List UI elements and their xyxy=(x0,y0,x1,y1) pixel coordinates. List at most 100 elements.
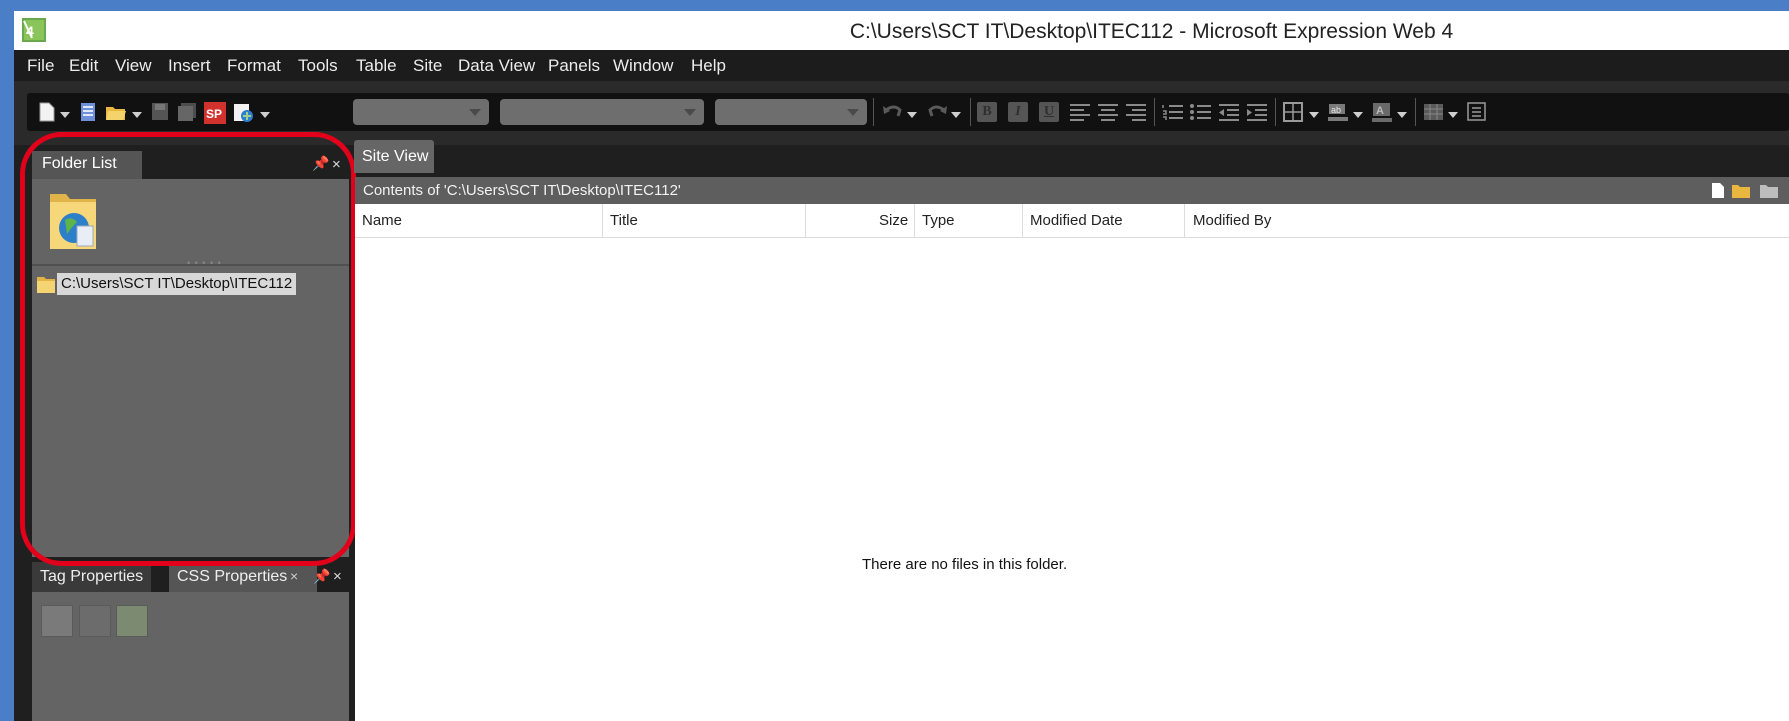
column-divider[interactable] xyxy=(1184,204,1185,237)
window-title: C:\Users\SCT IT\Desktop\ITEC112 - Micros… xyxy=(849,20,1454,43)
menu-file[interactable]: File xyxy=(27,56,54,76)
highlight-dropdown-icon[interactable] xyxy=(1353,112,1363,118)
bulleted-list-icon[interactable] xyxy=(1190,103,1212,121)
sharepoint-icon[interactable]: SP xyxy=(204,102,226,124)
undo-dropdown-icon[interactable] xyxy=(907,112,917,118)
align-left-icon[interactable] xyxy=(1069,103,1091,121)
align-center-icon[interactable] xyxy=(1097,103,1119,121)
app-window: 4 C:\Users\SCT IT\Desktop\ITEC112 - Micr… xyxy=(14,11,1789,721)
increase-indent-icon[interactable] xyxy=(1246,103,1268,121)
sort-alphabetical-icon[interactable] xyxy=(79,605,111,637)
open-folder-icon[interactable] xyxy=(1759,183,1779,199)
highlight-icon[interactable]: ab xyxy=(1327,102,1349,124)
menu-table[interactable]: Table xyxy=(356,56,397,76)
menu-panels[interactable]: Panels xyxy=(548,56,600,76)
chevron-down-icon xyxy=(469,109,481,116)
column-divider[interactable] xyxy=(914,204,915,237)
column-size[interactable]: Size xyxy=(879,204,908,237)
contents-header: Contents of 'C:\Users\SCT IT\Desktop\ITE… xyxy=(355,177,1789,204)
folder-tree-root[interactable]: C:\Users\SCT IT\Desktop\ITEC112 xyxy=(57,273,297,295)
menu-insert[interactable]: Insert xyxy=(168,56,211,76)
style-combo[interactable] xyxy=(353,99,489,125)
borders-dropdown-icon[interactable] xyxy=(1309,112,1319,118)
pin-icon[interactable]: 📌 xyxy=(312,155,329,172)
toolbar-separator xyxy=(1275,98,1276,126)
show-set-properties-icon[interactable] xyxy=(116,605,148,637)
insert-table-icon[interactable] xyxy=(1423,102,1445,122)
redo-icon[interactable] xyxy=(926,102,948,122)
new-page-icon[interactable] xyxy=(39,102,55,122)
menu-tools[interactable]: Tools xyxy=(298,56,338,76)
font-color-icon[interactable]: A xyxy=(1371,102,1393,124)
undo-icon[interactable] xyxy=(882,102,904,122)
font-family-combo[interactable] xyxy=(500,99,704,125)
close-icon[interactable]: × xyxy=(332,156,341,173)
toolbar-separator xyxy=(1415,98,1416,126)
preview-in-browser-icon[interactable] xyxy=(233,102,255,124)
tab-site-view[interactable]: Site View xyxy=(354,140,434,173)
pin-icon[interactable]: 📌 xyxy=(313,568,330,585)
toolbar-separator xyxy=(970,98,971,126)
column-modified-date[interactable]: Modified Date xyxy=(1030,204,1123,237)
italic-button[interactable]: I xyxy=(1008,102,1028,122)
title-bar: 4 C:\Users\SCT IT\Desktop\ITEC112 - Micr… xyxy=(14,11,1789,50)
menu-edit[interactable]: Edit xyxy=(69,56,98,76)
column-divider[interactable] xyxy=(1022,204,1023,237)
tab-tag-properties[interactable]: Tag Properties xyxy=(32,562,152,592)
menu-bar: File Edit View Insert Format Tools Table… xyxy=(14,50,1789,81)
font-size-combo[interactable] xyxy=(715,99,867,125)
folder-icon xyxy=(37,277,55,293)
menu-site[interactable]: Site xyxy=(413,56,442,76)
contents-path-label: Contents of 'C:\Users\SCT IT\Desktop\ITE… xyxy=(363,182,681,199)
css-tab-close-icon[interactable]: × xyxy=(290,568,298,584)
folder-list-tab-label: Folder List xyxy=(42,155,117,172)
open-folder-icon[interactable] xyxy=(105,102,127,122)
new-page-dropdown-icon[interactable] xyxy=(60,112,70,118)
toolbar-separator xyxy=(1154,98,1155,126)
close-icon[interactable]: × xyxy=(333,568,342,585)
save-icon[interactable] xyxy=(151,102,169,122)
menu-window[interactable]: Window xyxy=(613,56,673,76)
insert-layer-icon[interactable] xyxy=(1467,102,1487,122)
new-folder-icon[interactable] xyxy=(1731,183,1751,199)
file-list[interactable] xyxy=(355,238,1789,721)
chevron-down-icon xyxy=(684,109,696,116)
borders-icon[interactable] xyxy=(1283,102,1305,122)
chevron-down-icon xyxy=(847,109,859,116)
underline-button[interactable]: U xyxy=(1039,102,1059,122)
open-dropdown-icon[interactable] xyxy=(132,112,142,118)
align-right-icon[interactable] xyxy=(1125,103,1147,121)
decrease-indent-icon[interactable] xyxy=(1218,103,1240,121)
empty-folder-message: There are no files in this folder. xyxy=(862,556,1068,573)
svg-text:SP: SP xyxy=(206,107,222,121)
common-toolbar: SP B I U ab A xyxy=(14,81,1789,145)
categorized-view-icon[interactable] xyxy=(41,605,73,637)
insert-table-dropdown-icon[interactable] xyxy=(1448,112,1458,118)
tab-folder-list[interactable]: Folder List xyxy=(32,151,142,179)
toolbar-strip: SP B I U ab A xyxy=(27,93,1789,131)
column-title[interactable]: Title xyxy=(610,204,638,237)
column-type[interactable]: Type xyxy=(922,204,955,237)
bold-button[interactable]: B xyxy=(977,102,997,122)
redo-dropdown-icon[interactable] xyxy=(951,112,961,118)
svg-text:4: 4 xyxy=(26,23,34,39)
column-divider[interactable] xyxy=(805,204,806,237)
splitter-grip[interactable]: • • • • • xyxy=(187,258,222,268)
menu-help[interactable]: Help xyxy=(691,56,726,76)
save-all-icon[interactable] xyxy=(177,102,197,122)
font-color-dropdown-icon[interactable] xyxy=(1397,112,1407,118)
numbered-list-icon[interactable] xyxy=(1162,103,1184,121)
column-modified-by[interactable]: Modified By xyxy=(1193,204,1271,237)
menu-data-view[interactable]: Data View xyxy=(458,56,535,76)
new-page-icon[interactable] xyxy=(1711,182,1725,199)
menu-format[interactable]: Format xyxy=(227,56,281,76)
svg-text:A: A xyxy=(1376,105,1384,117)
expression-web-4-icon: 4 xyxy=(22,18,46,42)
page-icon[interactable] xyxy=(79,102,97,122)
column-name[interactable]: Name xyxy=(362,204,402,237)
menu-view[interactable]: View xyxy=(115,56,152,76)
column-divider[interactable] xyxy=(602,204,603,237)
preview-dropdown-icon[interactable] xyxy=(260,112,270,118)
toolbar-separator xyxy=(873,98,874,126)
website-folder-icon xyxy=(50,194,96,249)
